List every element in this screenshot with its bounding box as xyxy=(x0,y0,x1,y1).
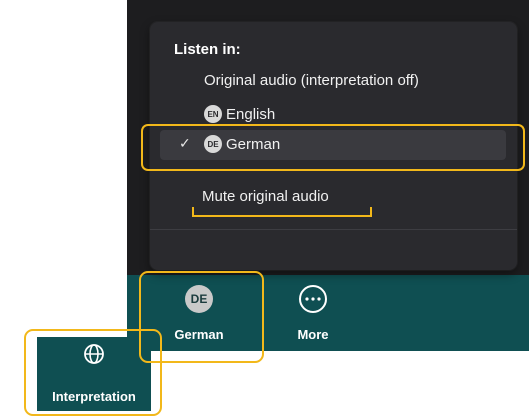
option-english[interactable]: EN English xyxy=(204,105,275,123)
language-button[interactable]: DE German xyxy=(156,285,242,347)
interpretation-button-label: Interpretation xyxy=(52,389,136,404)
highlight-mute-underline xyxy=(192,207,372,217)
option-original-audio[interactable]: Original audio (interpretation off) xyxy=(204,72,419,89)
english-badge-icon: EN xyxy=(204,105,222,123)
option-label: English xyxy=(226,105,276,123)
globe-icon xyxy=(84,344,104,364)
option-label: German xyxy=(226,135,281,153)
mute-original-audio-toggle[interactable]: Mute original audio xyxy=(202,188,329,205)
mute-label: Mute original audio xyxy=(202,188,329,205)
german-badge-icon: DE xyxy=(185,285,213,313)
menu-divider xyxy=(150,229,517,230)
interpretation-button[interactable]: Interpretation xyxy=(37,337,151,411)
more-button-label: More xyxy=(297,327,329,342)
menu-header: Listen in: xyxy=(174,41,241,58)
option-label: Original audio (interpretation off) xyxy=(204,72,419,89)
checkmark-icon: ✓ xyxy=(179,135,191,151)
language-button-label: German xyxy=(174,327,224,342)
more-button[interactable]: More xyxy=(270,285,356,347)
listen-in-menu: Listen in: Original audio (interpretatio… xyxy=(150,22,517,270)
option-german[interactable]: ✓ DE German xyxy=(160,130,506,160)
ellipsis-circle-icon xyxy=(299,285,327,313)
german-badge-icon: DE xyxy=(204,135,222,153)
